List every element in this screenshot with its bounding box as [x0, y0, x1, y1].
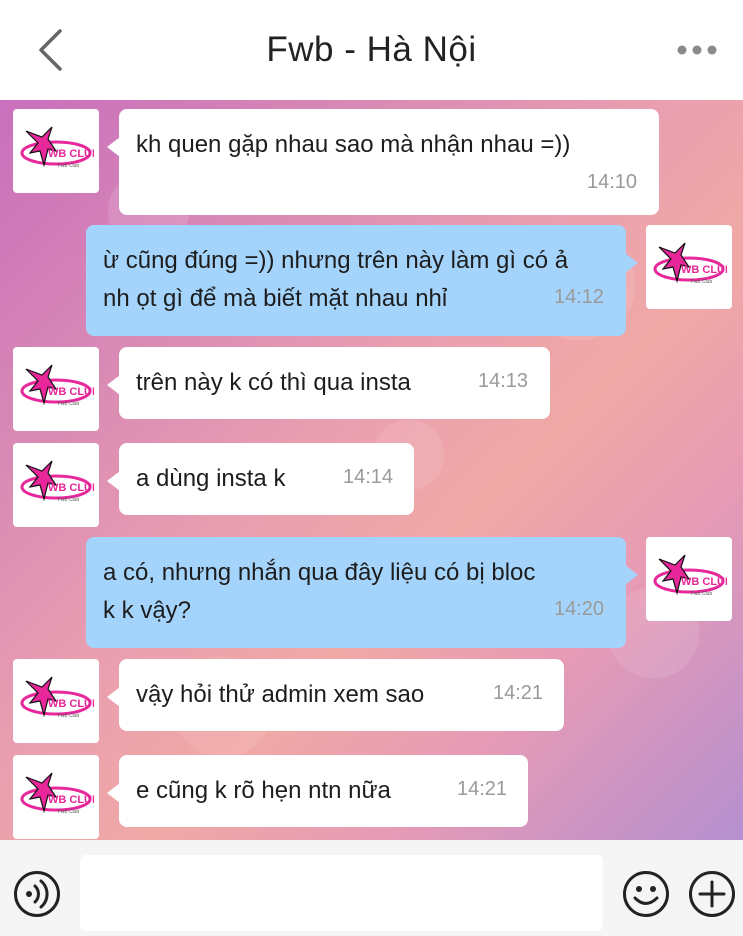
- avatar[interactable]: WB CLUP Fwb Club: [13, 659, 99, 743]
- svg-text:WB CLUP: WB CLUP: [681, 264, 727, 276]
- message-bubble-outgoing[interactable]: a có, nhưng nhắn qua đây liệu có bị bloc…: [86, 537, 638, 648]
- avatar[interactable]: WB CLUP Fwb Club: [646, 225, 732, 309]
- plus-circle-icon[interactable]: [688, 870, 736, 918]
- emoji-icon[interactable]: [622, 870, 670, 918]
- message-time: 14:12: [554, 286, 605, 308]
- svg-text:WB CLUP: WB CLUP: [48, 698, 94, 710]
- svg-text:WB CLUP: WB CLUP: [48, 794, 94, 806]
- voice-icon[interactable]: [13, 870, 61, 918]
- svg-text:WB CLUP: WB CLUP: [48, 148, 94, 160]
- message-text: a dùng insta k: [136, 465, 286, 492]
- message-bubble-outgoing[interactable]: ừ cũng đúng =)) nhưng trên này làm gì có…: [86, 225, 638, 336]
- message-time: 14:21: [493, 682, 544, 704]
- svg-text:WB CLUP: WB CLUP: [48, 386, 94, 398]
- message-input[interactable]: [80, 855, 603, 931]
- avatar[interactable]: WB CLUP Fwb Club: [13, 755, 99, 839]
- club-logo-icon: WB CLUP Fwb Club: [20, 364, 94, 407]
- message-text: kh quen gặp nhau sao mà nhận nhau =)): [136, 131, 571, 158]
- svg-text:Fwb Club: Fwb Club: [58, 497, 79, 503]
- message-bubble-incoming[interactable]: trên này k có thì qua insta 14:13: [107, 347, 550, 419]
- message-text: ừ cũng đúng =)) nhưng trên này làm gì có…: [103, 247, 569, 312]
- svg-text:Fwb Club: Fwb Club: [691, 591, 712, 597]
- chevron-left-icon[interactable]: [36, 28, 66, 72]
- svg-text:Fwb Club: Fwb Club: [691, 279, 712, 285]
- message-text: trên này k có thì qua insta: [136, 369, 411, 396]
- message-text: e cũng k rõ hẹn ntn nữa: [136, 777, 391, 804]
- message-bubble-incoming[interactable]: a dùng insta k 14:14: [107, 443, 414, 515]
- svg-text:Fwb Club: Fwb Club: [58, 809, 79, 815]
- message-bubble-incoming[interactable]: kh quen gặp nhau sao mà nhận nhau =)) 14…: [107, 109, 659, 215]
- svg-text:WB CLUP: WB CLUP: [48, 482, 94, 494]
- svg-text:Fwb Club: Fwb Club: [58, 163, 79, 169]
- club-logo-icon: WB CLUP Fwb Club: [20, 676, 94, 719]
- club-logo-icon: WB CLUP Fwb Club: [20, 460, 94, 503]
- avatar[interactable]: WB CLUP Fwb Club: [13, 347, 99, 431]
- svg-text:Fwb Club: Fwb Club: [58, 713, 79, 719]
- avatar[interactable]: WB CLUP Fwb Club: [13, 443, 99, 527]
- message-bubble-incoming[interactable]: vậy hỏi thử admin xem sao 14:21: [107, 659, 564, 731]
- message-time: 14:14: [343, 466, 394, 488]
- message-text: vậy hỏi thử admin xem sao: [136, 681, 425, 708]
- message-time: 14:10: [587, 171, 638, 193]
- message-time: 14:20: [554, 598, 605, 620]
- message-list[interactable]: WB CLUP Fwb Club kh quen gặp nhau sao mà…: [0, 100, 743, 840]
- chat-title: Fwb - Hà Nội: [266, 30, 477, 69]
- avatar[interactable]: WB CLUP Fwb Club: [13, 109, 99, 193]
- message-time: 14:21: [457, 778, 508, 800]
- message-bubble-incoming[interactable]: e cũng k rõ hẹn ntn nữa 14:21: [107, 755, 528, 827]
- more-dots-icon[interactable]: [677, 38, 717, 62]
- club-logo-icon: WB CLUP Fwb Club: [653, 242, 727, 285]
- svg-text:Fwb Club: Fwb Club: [58, 401, 79, 407]
- message-text: a có, nhưng nhắn qua đây liệu có bị bloc…: [103, 559, 536, 624]
- avatar[interactable]: WB CLUP Fwb Club: [646, 537, 732, 621]
- chat-header: Fwb - Hà Nội: [0, 0, 743, 100]
- svg-text:WB CLUP: WB CLUP: [681, 576, 727, 588]
- message-time: 14:13: [478, 370, 529, 392]
- club-logo-icon: WB CLUP Fwb Club: [653, 554, 727, 597]
- club-logo-icon: WB CLUP Fwb Club: [20, 772, 94, 815]
- club-logo-icon: WB CLUP Fwb Club: [20, 126, 94, 169]
